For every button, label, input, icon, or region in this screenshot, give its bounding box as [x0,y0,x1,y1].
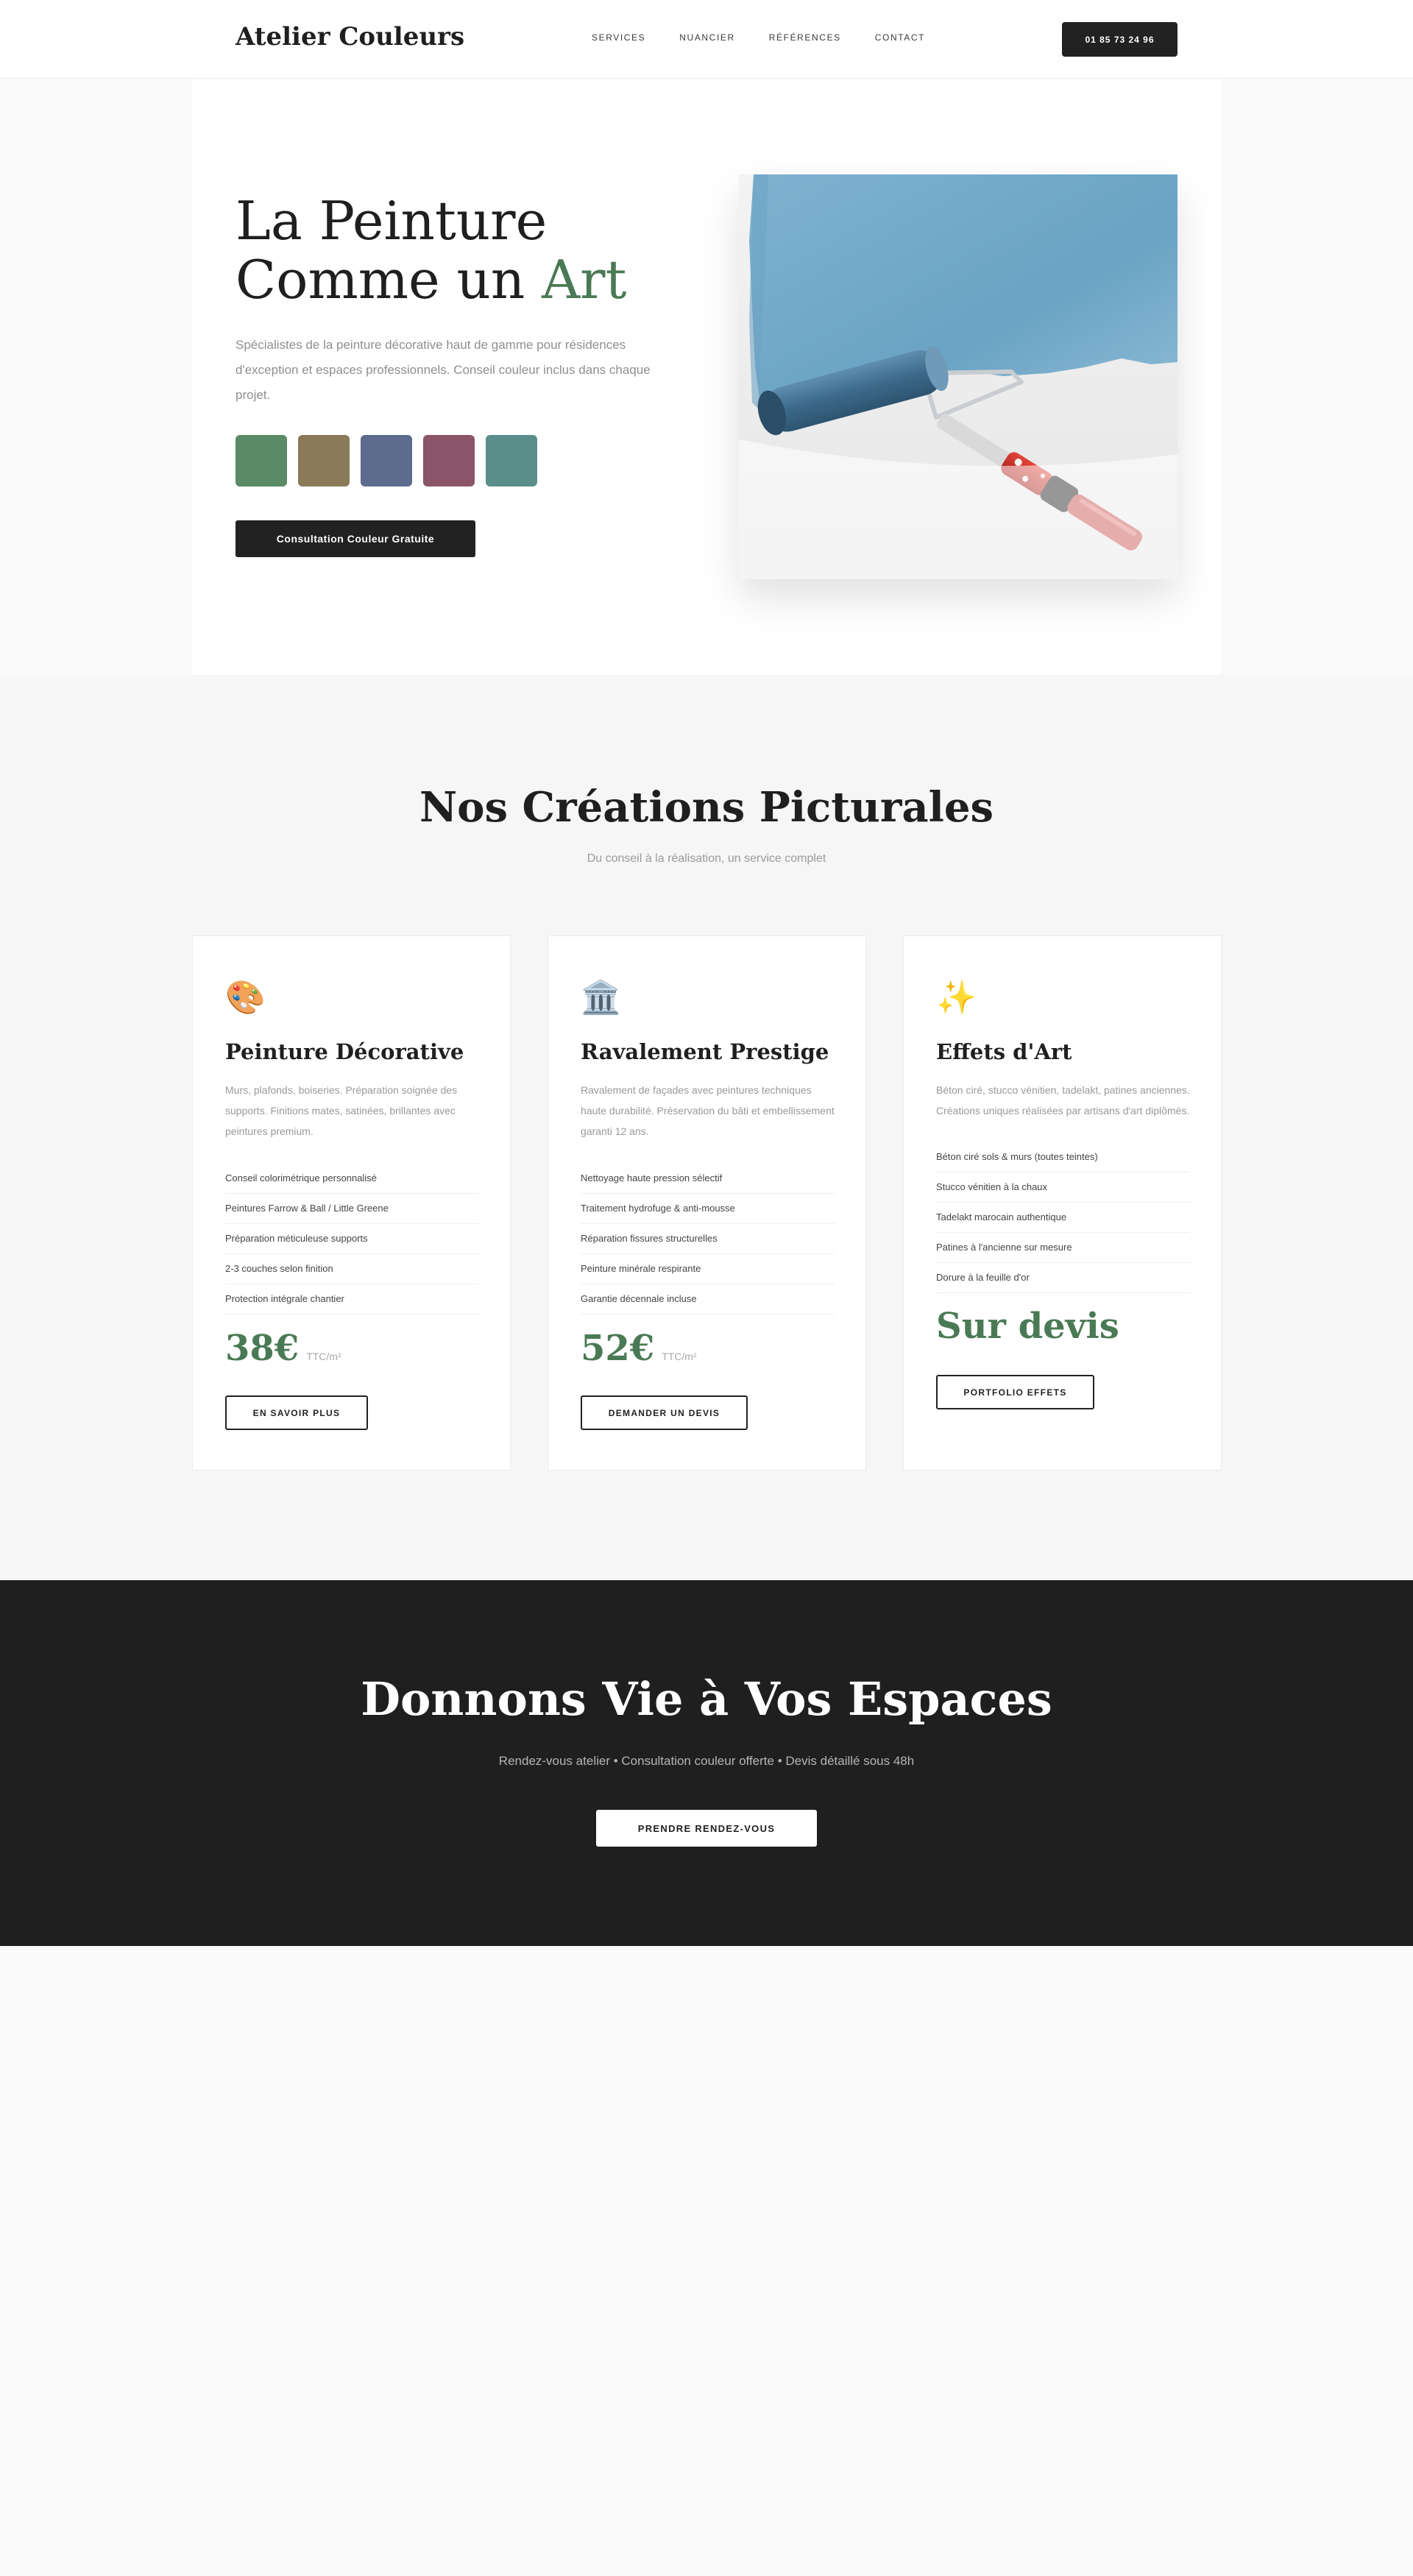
price-value: 38€ [225,1328,300,1369]
price-value: 52€ [581,1328,655,1369]
swatch-blue[interactable] [361,435,412,486]
sparkles-icon: ✨ [936,980,977,1016]
feature-list: Conseil colorimétrique personnalisé Pein… [225,1164,479,1314]
brand-logo[interactable]: Atelier Couleurs [236,22,464,52]
card-title: Ravalement Prestige [581,1039,829,1064]
list-item: Patines à l'ancienne sur mesure [936,1233,1190,1263]
services-section: Nos Créations Picturales Du conseil à la… [0,675,1413,1580]
swatch-olive[interactable] [298,435,350,486]
list-item: Tadelakt marocain authentique [936,1203,1190,1233]
learn-more-button[interactable]: EN SAVOIR PLUS [225,1395,368,1430]
service-card-ravalement: 🏛️ Ravalement Prestige Ravalement de faç… [548,935,866,1471]
hero-title-accent: Art [542,249,627,311]
palette-icon: 🎨 [225,980,266,1016]
hero-title-line1: La Peinture [236,190,548,252]
card-title: Effets d'Art [936,1039,1072,1064]
list-item: Traitement hydrofuge & anti-mousse [581,1194,835,1224]
list-item: 2-3 couches selon finition [225,1254,479,1284]
list-item: Conseil colorimétrique personnalisé [225,1164,479,1194]
top-navbar: Atelier Couleurs SERVICES NUANCIER RÉFÉR… [0,0,1413,79]
color-swatches [236,435,537,486]
services-subtitle: Du conseil à la réalisation, un service … [587,852,826,865]
service-card-peinture: 🎨 Peinture Décorative Murs, plafonds, bo… [192,935,511,1471]
list-item: Protection intégrale chantier [225,1284,479,1314]
list-item: Garantie décennale incluse [581,1284,835,1314]
cta-subtitle: Rendez-vous atelier • Consultation coule… [498,1754,915,1768]
card-description: Béton ciré, stucco vénitien, tadelakt, p… [936,1084,1190,1117]
phone-button[interactable]: 01 85 73 24 96 [1062,22,1178,57]
hero-title: La Peinture Comme un Art [236,191,626,309]
feature-list: Béton ciré sols & murs (toutes teintes) … [936,1142,1190,1293]
list-item: Stucco vénitien à la chaux [936,1172,1190,1203]
portfolio-button[interactable]: PORTFOLIO EFFETS [936,1375,1094,1409]
card-description: Ravalement de façades avec peintures tec… [581,1084,835,1137]
nav-link-nuancier[interactable]: NUANCIER [679,32,734,43]
card-title: Peinture Décorative [225,1039,464,1064]
cta-title: Donnons Vie à Vos Espaces [361,1672,1052,1726]
paint-roller-image [739,174,1178,579]
list-item: Préparation méticuleuse supports [225,1224,479,1254]
services-title: Nos Créations Picturales [419,783,994,832]
nav-link-contact[interactable]: CONTACT [875,32,925,43]
cta-section: Donnons Vie à Vos Espaces Rendez-vous at… [0,1580,1413,1946]
swatch-teal[interactable] [486,435,537,486]
consultation-button[interactable]: Consultation Couleur Gratuite [236,520,475,557]
card-price: Sur devis [936,1306,1127,1347]
book-appointment-button[interactable]: PRENDRE RENDEZ-VOUS [596,1810,817,1847]
list-item: Béton ciré sols & murs (toutes teintes) [936,1142,1190,1172]
hero-section: La Peinture Comme un Art Spécialistes de… [192,79,1222,675]
list-item: Peintures Farrow & Ball / Little Greene [225,1194,479,1224]
price-unit: TTC/m² [306,1351,341,1362]
feature-list: Nettoyage haute pression sélectif Traite… [581,1164,835,1314]
price-unit: TTC/m² [662,1351,697,1362]
paint-roller-illustration [739,174,1178,579]
list-item: Nettoyage haute pression sélectif [581,1164,835,1194]
list-item: Peinture minérale respirante [581,1254,835,1284]
price-value: Sur devis [936,1306,1119,1347]
swatch-mauve[interactable] [423,435,475,486]
classical-building-icon: 🏛️ [581,980,621,1016]
card-price: 52€ TTC/m² [581,1328,697,1369]
hero-description: Spécialistes de la peinture décorative h… [236,338,651,402]
card-description: Murs, plafonds, boiseries. Préparation s… [225,1084,458,1137]
nav-link-services[interactable]: SERVICES [592,32,645,43]
nav-link-references[interactable]: RÉFÉRENCES [769,32,841,43]
list-item: Réparation fissures structurelles [581,1224,835,1254]
request-quote-button[interactable]: DEMANDER UN DEVIS [581,1395,748,1430]
service-card-effets: ✨ Effets d'Art Béton ciré, stucco véniti… [903,935,1222,1471]
list-item: Dorure à la feuille d'or [936,1263,1190,1293]
card-price: 38€ TTC/m² [225,1328,341,1369]
hero-title-line2: Comme un [236,249,542,311]
swatch-green[interactable] [236,435,287,486]
main-menu: SERVICES NUANCIER RÉFÉRENCES CONTACT [592,32,925,43]
